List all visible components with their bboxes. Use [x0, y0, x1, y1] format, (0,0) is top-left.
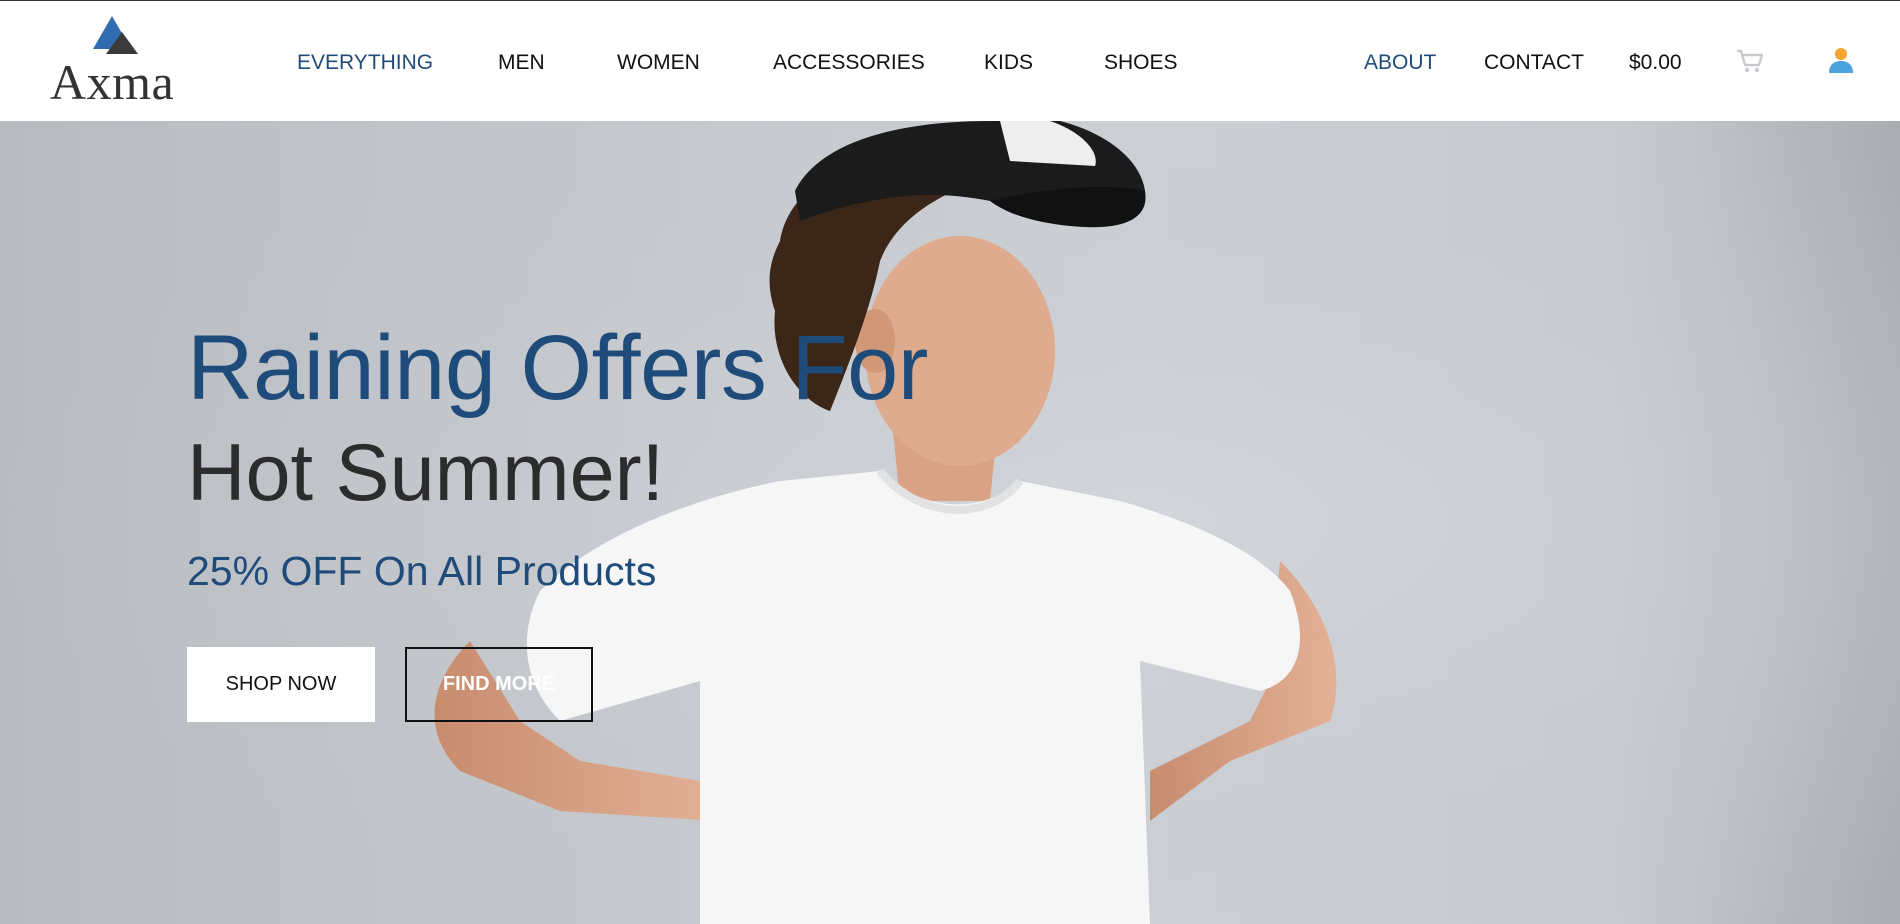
triangle-mountain-icon	[93, 16, 138, 54]
hero-headline-line2: Hot Summer!	[187, 428, 665, 518]
nav-men[interactable]: MEN	[498, 51, 545, 75]
hero-model-image	[0, 121, 1900, 924]
hero-banner: Raining Offers For Hot Summer! 25% OFF O…	[0, 121, 1900, 924]
shop-now-button[interactable]: SHOP NOW	[187, 647, 375, 722]
nav-shoes[interactable]: SHOES	[1104, 51, 1178, 75]
nav-about[interactable]: ABOUT	[1364, 51, 1436, 75]
nav-women[interactable]: WOMEN	[617, 51, 700, 75]
nav-kids[interactable]: KIDS	[984, 51, 1033, 75]
cart-total[interactable]: $0.00	[1629, 51, 1682, 75]
brand-logo[interactable]: Axma	[50, 13, 190, 110]
user-icon[interactable]	[1828, 46, 1854, 79]
nav-contact[interactable]: CONTACT	[1484, 51, 1584, 75]
nav-everything[interactable]: EVERYTHING	[297, 51, 433, 75]
shopping-cart-icon[interactable]	[1736, 48, 1764, 79]
brand-name: Axma	[50, 54, 175, 110]
hero-subline: 25% OFF On All Products	[187, 548, 657, 594]
site-header: Axma EVERYTHING MEN WOMEN ACCESSORIES KI…	[0, 0, 1900, 121]
hero-headline-line1: Raining Offers For	[187, 317, 928, 419]
nav-accessories[interactable]: ACCESSORIES	[773, 51, 925, 75]
find-more-button[interactable]: FIND MORE	[405, 647, 593, 722]
